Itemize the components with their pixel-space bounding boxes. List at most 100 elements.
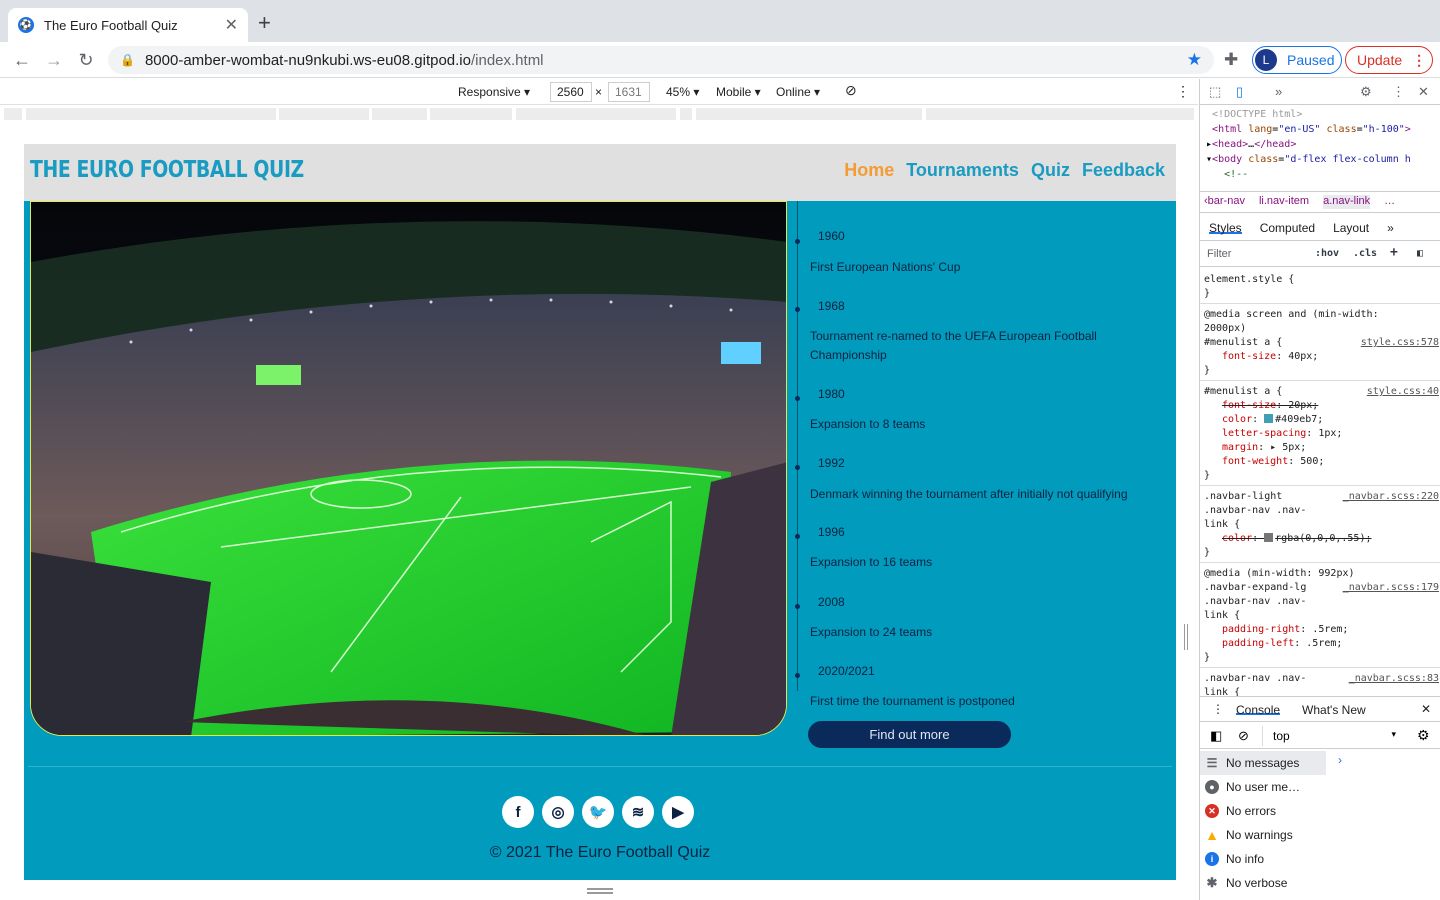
viewport-width-input[interactable]: 2560 [550,82,592,102]
browser-tab[interactable]: ⚽ The Euro Football Quiz ✕ [8,8,248,42]
device-toggle-icon[interactable]: ▯ [1236,84,1243,100]
forward-icon[interactable]: → [42,48,66,72]
close-drawer-icon[interactable]: ✕ [1421,702,1431,716]
copyright: © 2021 The Euro Football Quiz [489,844,711,861]
filter-label: No info [1226,852,1265,866]
filter-messages[interactable]: ☰ No messages [1200,751,1326,775]
tab-styles[interactable]: Styles [1209,221,1242,235]
source-link[interactable]: _navbar.scss:220 [1343,490,1439,504]
styles-filter-input[interactable]: Filter [1207,248,1231,260]
new-rule-icon[interactable]: + [1390,245,1398,260]
timeline-dot [795,239,800,244]
filter-info[interactable]: i No info [1200,847,1326,871]
reload-icon[interactable]: ↻ [74,48,98,72]
twitter-icon[interactable]: 🐦 [582,796,614,828]
network-select[interactable]: Online ▾ [776,85,820,99]
back-icon[interactable]: ← [10,48,34,72]
close-devtools-icon[interactable]: ✕ [1418,84,1429,100]
nav-link-tournaments[interactable]: Tournaments [906,160,1019,181]
styles-filter-bar: Filter :hov .cls + ◧ [1200,243,1440,267]
crumb-more[interactable]: … [1384,195,1395,209]
timeline-year: 1960 [818,229,845,243]
source-link[interactable]: _navbar.scss:83 [1349,672,1439,686]
settings-gear-icon[interactable]: ⚙ [1360,84,1372,100]
address-bar[interactable]: 🔒 8000-amber-wombat-nu9nkubi.ws-eu08.git… [108,46,1214,74]
find-out-more-button[interactable]: Find out more [808,721,1011,748]
resize-handle-right[interactable] [1184,624,1188,650]
hov-toggle[interactable]: :hov [1315,248,1339,259]
close-tab-icon[interactable]: ✕ [225,15,238,35]
site-logo[interactable]: THE EURO FOOTBALL QUIZ [30,157,304,183]
footer-divider [28,766,1172,767]
timeline-year: 1996 [818,525,845,539]
filter-user-messages[interactable]: ● No user me… [1200,775,1326,799]
timeline-dot [795,673,800,678]
drawer-menu-icon[interactable]: ⋮ [1212,702,1224,716]
website: THE EURO FOOTBALL QUIZ Home Tournaments … [24,144,1176,880]
resize-handle-bottom[interactable] [587,888,613,894]
source-link[interactable]: _navbar.scss:179 [1343,581,1439,595]
tab-more[interactable]: » [1387,221,1394,235]
profile-label: Paused [1287,52,1335,68]
lock-icon[interactable]: 🔒 [120,53,135,67]
filter-label: No verbose [1226,876,1288,890]
tab-layout[interactable]: Layout [1333,221,1369,235]
spotify-icon[interactable]: ≋ [622,796,654,828]
console-sidebar-icon[interactable]: ◧ [1210,728,1222,744]
console-settings-gear-icon[interactable]: ⚙ [1417,727,1430,744]
crumb-nav-item[interactable]: li.nav-item [1259,195,1309,209]
nav-link-feedback[interactable]: Feedback [1082,160,1165,181]
new-tab-icon[interactable]: + [258,12,271,34]
filter-warnings[interactable]: ▲ No warnings [1200,823,1326,847]
context-select[interactable]: top ▾ [1262,726,1402,746]
instagram-icon[interactable]: ◎ [542,796,574,828]
dimension-separator-icon: × [595,85,603,99]
update-button[interactable]: Update ⋮ [1345,46,1433,74]
crumb-nav-link[interactable]: a.nav-link [1323,195,1371,209]
timeline-text: Denmark winning the tournament after ini… [810,487,1128,501]
devtools-menu-icon[interactable]: ⋮ [1392,84,1405,100]
device-type-select[interactable]: Mobile ▾ [716,85,761,99]
style-rule: #menulist a {style.css:40 font-size: 20px… [1200,381,1440,486]
filter-errors[interactable]: ✕ No errors [1200,799,1326,823]
source-link[interactable]: style.css:578 [1361,336,1439,350]
rotate-icon[interactable]: ⊘ [845,82,857,99]
timeline-dot [795,396,800,401]
cls-toggle[interactable]: .cls [1353,248,1377,259]
inspect-icon[interactable]: ⬚ [1209,84,1221,100]
menu-dots-icon[interactable]: ⋮ [1412,52,1426,69]
timeline-year: 1968 [818,299,845,313]
filter-verbose[interactable]: ✱ No verbose [1200,871,1326,895]
crumb-navbar-nav[interactable]: ‹bar-nav [1204,195,1245,209]
nav-link-home[interactable]: Home [844,160,894,181]
timeline-dot [795,307,800,312]
timeline-text: Expansion to 24 teams [810,625,933,639]
console-toolbar: ◧ ⊘ top ▾ ⚙ [1200,723,1440,749]
youtube-icon[interactable]: ▶ [662,796,694,828]
url-path: /index.html [470,51,544,69]
tab-computed[interactable]: Computed [1260,221,1315,235]
browser-toolbar: ← → ↻ 🔒 8000-amber-wombat-nu9nkubi.ws-eu… [0,42,1440,78]
bookmark-star-icon[interactable]: ★ [1187,50,1202,70]
device-menu-icon[interactable]: ⋮ [1176,83,1190,100]
nav-link-quiz[interactable]: Quiz [1031,160,1070,181]
extensions-icon[interactable]: ✚ [1224,50,1238,70]
tab-console[interactable]: Console [1236,703,1281,717]
site-header: THE EURO FOOTBALL QUIZ Home Tournaments … [24,144,1176,201]
profile-button[interactable]: L Paused [1252,46,1342,74]
device-mode-select[interactable]: Responsive ▾ [458,85,530,99]
viewport-height-input[interactable]: 1631 [608,82,650,102]
more-panels-icon[interactable]: » [1275,84,1282,99]
console-prompt-icon[interactable]: › [1338,753,1342,767]
source-link[interactable]: style.css:40 [1367,385,1439,399]
devtools-topbar: ⬚ ▯ » ⚙ ⋮ ✕ [1200,79,1440,105]
timeline-text: First European Nations' Cup [810,260,961,274]
filter-label: No messages [1226,756,1300,770]
tab-whats-new[interactable]: What's New [1302,703,1366,717]
facebook-icon[interactable]: f [502,796,534,828]
timeline-year: 2020/2021 [818,664,875,678]
zoom-select[interactable]: 45% ▾ [666,85,699,99]
clear-console-icon[interactable]: ⊘ [1238,728,1249,744]
device-toolbar: Responsive ▾ 2560 × 1631 45% ▾ Mobile ▾ … [0,79,1198,105]
sidebar-toggle-icon[interactable]: ◧ [1417,248,1423,259]
